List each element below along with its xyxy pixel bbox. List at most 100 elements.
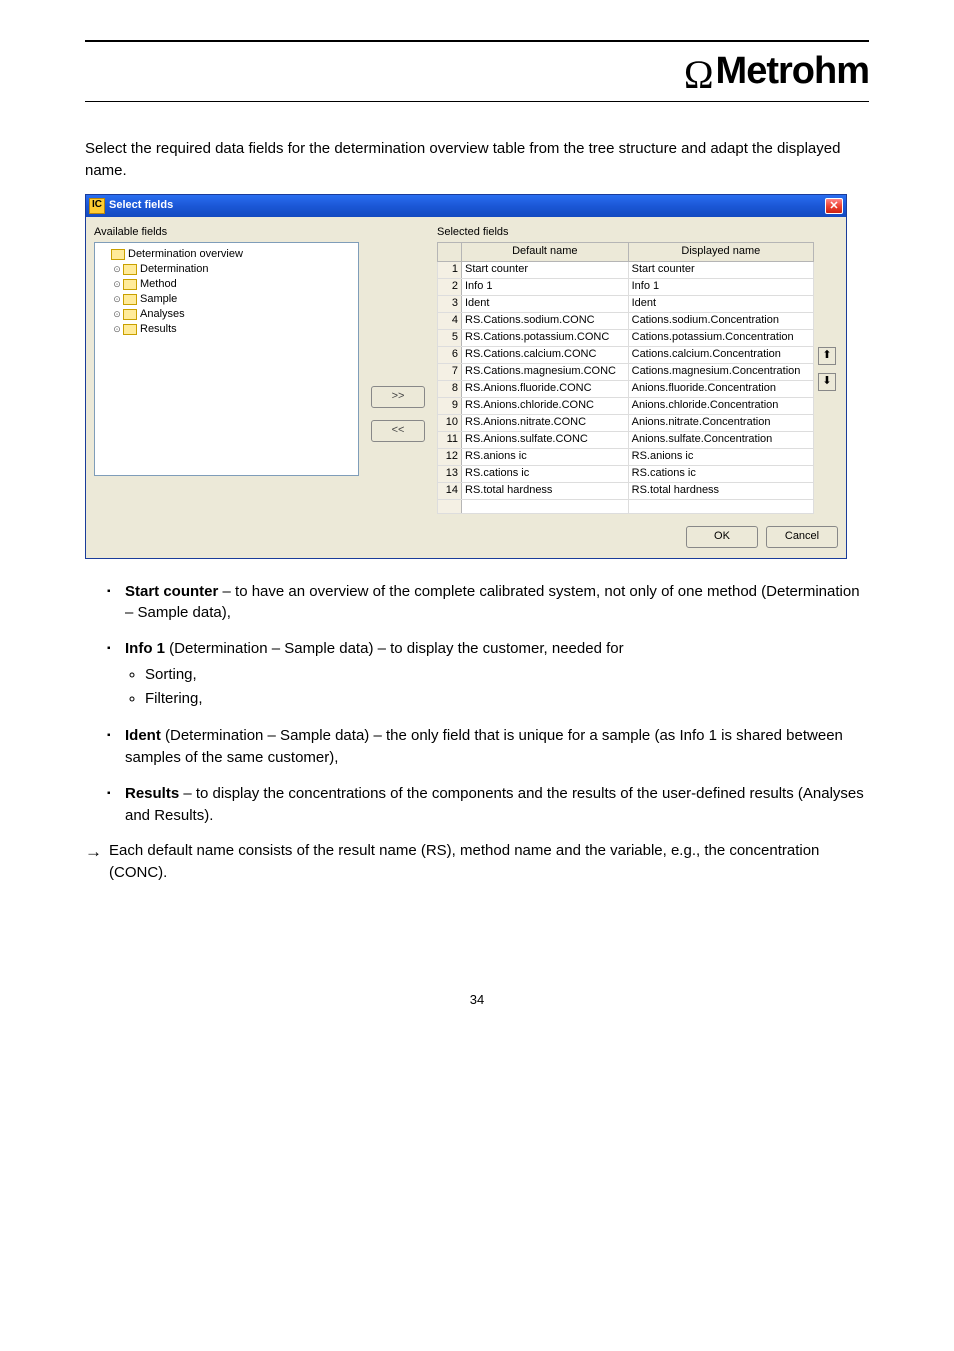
- displayed-name-cell[interactable]: Anions.chloride.Concentration: [628, 397, 813, 414]
- app-icon: IC: [89, 198, 105, 214]
- expand-icon[interactable]: ⊙: [111, 323, 123, 336]
- row-number: 13: [438, 465, 462, 482]
- expand-icon[interactable]: ⊙: [111, 278, 123, 291]
- folder-icon: [123, 324, 137, 335]
- move-left-button[interactable]: <<: [371, 420, 425, 442]
- select-fields-dialog: IC Select fields ✕ Available fields Dete…: [85, 194, 847, 559]
- move-right-button[interactable]: >>: [371, 386, 425, 408]
- default-name-cell[interactable]: RS.Cations.calcium.CONC: [462, 347, 629, 364]
- displayed-name-cell[interactable]: Cations.calcium.Concentration: [628, 347, 813, 364]
- table-row[interactable]: 8RS.Anions.fluoride.CONCAnions.fluoride.…: [438, 380, 814, 397]
- tree-node[interactable]: Determination overview: [99, 247, 354, 262]
- default-name-cell[interactable]: RS.Cations.magnesium.CONC: [462, 364, 629, 381]
- displayed-name-cell[interactable]: Start counter: [628, 262, 813, 279]
- ok-button[interactable]: OK: [686, 526, 758, 548]
- table-row[interactable]: 5RS.Cations.potassium.CONCCations.potass…: [438, 330, 814, 347]
- bullet-icon: ▪: [107, 581, 125, 625]
- row-number: 14: [438, 482, 462, 499]
- tree-label: Determination: [140, 262, 208, 278]
- displayed-name-cell[interactable]: Anions.fluoride.Concentration: [628, 380, 813, 397]
- tree-label: Sample: [140, 292, 177, 308]
- table-row[interactable]: 12RS.anions icRS.anions ic: [438, 448, 814, 465]
- default-name-cell[interactable]: RS.Anions.chloride.CONC: [462, 397, 629, 414]
- table-row[interactable]: 13RS.cations icRS.cations ic: [438, 465, 814, 482]
- close-icon[interactable]: ✕: [825, 198, 843, 214]
- list-item: ▪Results – to display the concentrations…: [107, 783, 869, 827]
- default-name-cell[interactable]: RS.Cations.sodium.CONC: [462, 313, 629, 330]
- tree-node[interactable]: ⊙ Sample: [111, 292, 354, 307]
- default-name-cell[interactable]: Ident: [462, 296, 629, 313]
- bullet-text: Start counter – to have an overview of t…: [125, 581, 869, 625]
- bullet-icon: ▪: [107, 638, 125, 711]
- default-name-cell[interactable]: Info 1: [462, 279, 629, 296]
- selected-fields-table[interactable]: Default name Displayed name 1Start count…: [437, 242, 814, 513]
- table-row[interactable]: 7RS.Cations.magnesium.CONCCations.magnes…: [438, 364, 814, 381]
- tree-node[interactable]: ⊙ Determination: [111, 262, 354, 277]
- table-row[interactable]: 9RS.Anions.chloride.CONCAnions.chloride.…: [438, 397, 814, 414]
- displayed-name-cell[interactable]: Cations.magnesium.Concentration: [628, 364, 813, 381]
- list-item: ▪Info 1 (Determination – Sample data) – …: [107, 638, 869, 711]
- bullet-text: Results – to display the concentrations …: [125, 783, 869, 827]
- row-number: 8: [438, 380, 462, 397]
- table-row[interactable]: 14RS.total hardnessRS.total hardness: [438, 482, 814, 499]
- row-number: 11: [438, 431, 462, 448]
- row-number: 6: [438, 347, 462, 364]
- default-name-cell[interactable]: RS.Cations.potassium.CONC: [462, 330, 629, 347]
- default-name-cell[interactable]: RS.anions ic: [462, 448, 629, 465]
- default-name-cell[interactable]: RS.Anions.sulfate.CONC: [462, 431, 629, 448]
- tree-node[interactable]: ⊙Analyses: [111, 307, 354, 322]
- brand-name: Metrohm: [716, 50, 869, 93]
- bullet-icon: ▪: [107, 725, 125, 769]
- col-displayed-name: Displayed name: [628, 243, 813, 262]
- table-row[interactable]: 11RS.Anions.sulfate.CONCAnions.sulfate.C…: [438, 431, 814, 448]
- displayed-name-cell[interactable]: Ident: [628, 296, 813, 313]
- move-down-button[interactable]: ⬇: [818, 373, 836, 391]
- expand-icon[interactable]: ⊙: [111, 293, 123, 306]
- default-name-cell[interactable]: RS.Anions.fluoride.CONC: [462, 380, 629, 397]
- table-row[interactable]: 10RS.Anions.nitrate.CONCAnions.nitrate.C…: [438, 414, 814, 431]
- folder-icon: [123, 309, 137, 320]
- tree-node[interactable]: ⊙Method: [111, 277, 354, 292]
- cancel-button[interactable]: Cancel: [766, 526, 838, 548]
- default-name-cell[interactable]: Start counter: [462, 262, 629, 279]
- bullet-icon: ▪: [107, 783, 125, 827]
- table-row[interactable]: 6RS.Cations.calcium.CONCCations.calcium.…: [438, 347, 814, 364]
- sub-list-item: Filtering,: [145, 688, 869, 710]
- default-name-cell[interactable]: RS.Anions.nitrate.CONC: [462, 414, 629, 431]
- row-number: 2: [438, 279, 462, 296]
- list-item: ▪Ident (Determination – Sample data) – t…: [107, 725, 869, 769]
- available-fields-tree[interactable]: Determination overview⊙Determination⊙Met…: [94, 242, 359, 476]
- row-number: 5: [438, 330, 462, 347]
- table-row[interactable]: 4RS.Cations.sodium.CONCCations.sodium.Co…: [438, 313, 814, 330]
- folder-icon: [123, 264, 137, 275]
- displayed-name-cell[interactable]: Info 1: [628, 279, 813, 296]
- displayed-name-cell[interactable]: Anions.sulfate.Concentration: [628, 431, 813, 448]
- row-number: 3: [438, 296, 462, 313]
- expand-icon[interactable]: ⊙: [111, 263, 123, 276]
- row-number: 9: [438, 397, 462, 414]
- displayed-name-cell[interactable]: Anions.nitrate.Concentration: [628, 414, 813, 431]
- tree-node[interactable]: ⊙Results: [111, 322, 354, 337]
- displayed-name-cell[interactable]: RS.total hardness: [628, 482, 813, 499]
- arrow-icon: →: [85, 840, 109, 884]
- default-name-cell[interactable]: RS.total hardness: [462, 482, 629, 499]
- displayed-name-cell[interactable]: RS.cations ic: [628, 465, 813, 482]
- table-row[interactable]: 1Start counterStart counter: [438, 262, 814, 279]
- folder-icon: [123, 279, 137, 290]
- default-name-cell[interactable]: RS.cations ic: [462, 465, 629, 482]
- table-row[interactable]: 2Info 1Info 1: [438, 279, 814, 296]
- folder-icon: [111, 249, 125, 260]
- available-fields-label: Available fields: [94, 225, 359, 241]
- bullet-text: Info 1 (Determination – Sample data) – t…: [125, 638, 869, 711]
- displayed-name-cell[interactable]: RS.anions ic: [628, 448, 813, 465]
- row-number: 12: [438, 448, 462, 465]
- table-row[interactable]: 3IdentIdent: [438, 296, 814, 313]
- intro-text: Select the required data fields for the …: [85, 138, 869, 182]
- list-item: ▪Start counter – to have an overview of …: [107, 581, 869, 625]
- move-up-button[interactable]: ⬆: [818, 347, 836, 365]
- page-number: 34: [0, 992, 954, 1007]
- folder-icon: [123, 294, 137, 305]
- displayed-name-cell[interactable]: Cations.sodium.Concentration: [628, 313, 813, 330]
- expand-icon[interactable]: ⊙: [111, 308, 123, 321]
- displayed-name-cell[interactable]: Cations.potassium.Concentration: [628, 330, 813, 347]
